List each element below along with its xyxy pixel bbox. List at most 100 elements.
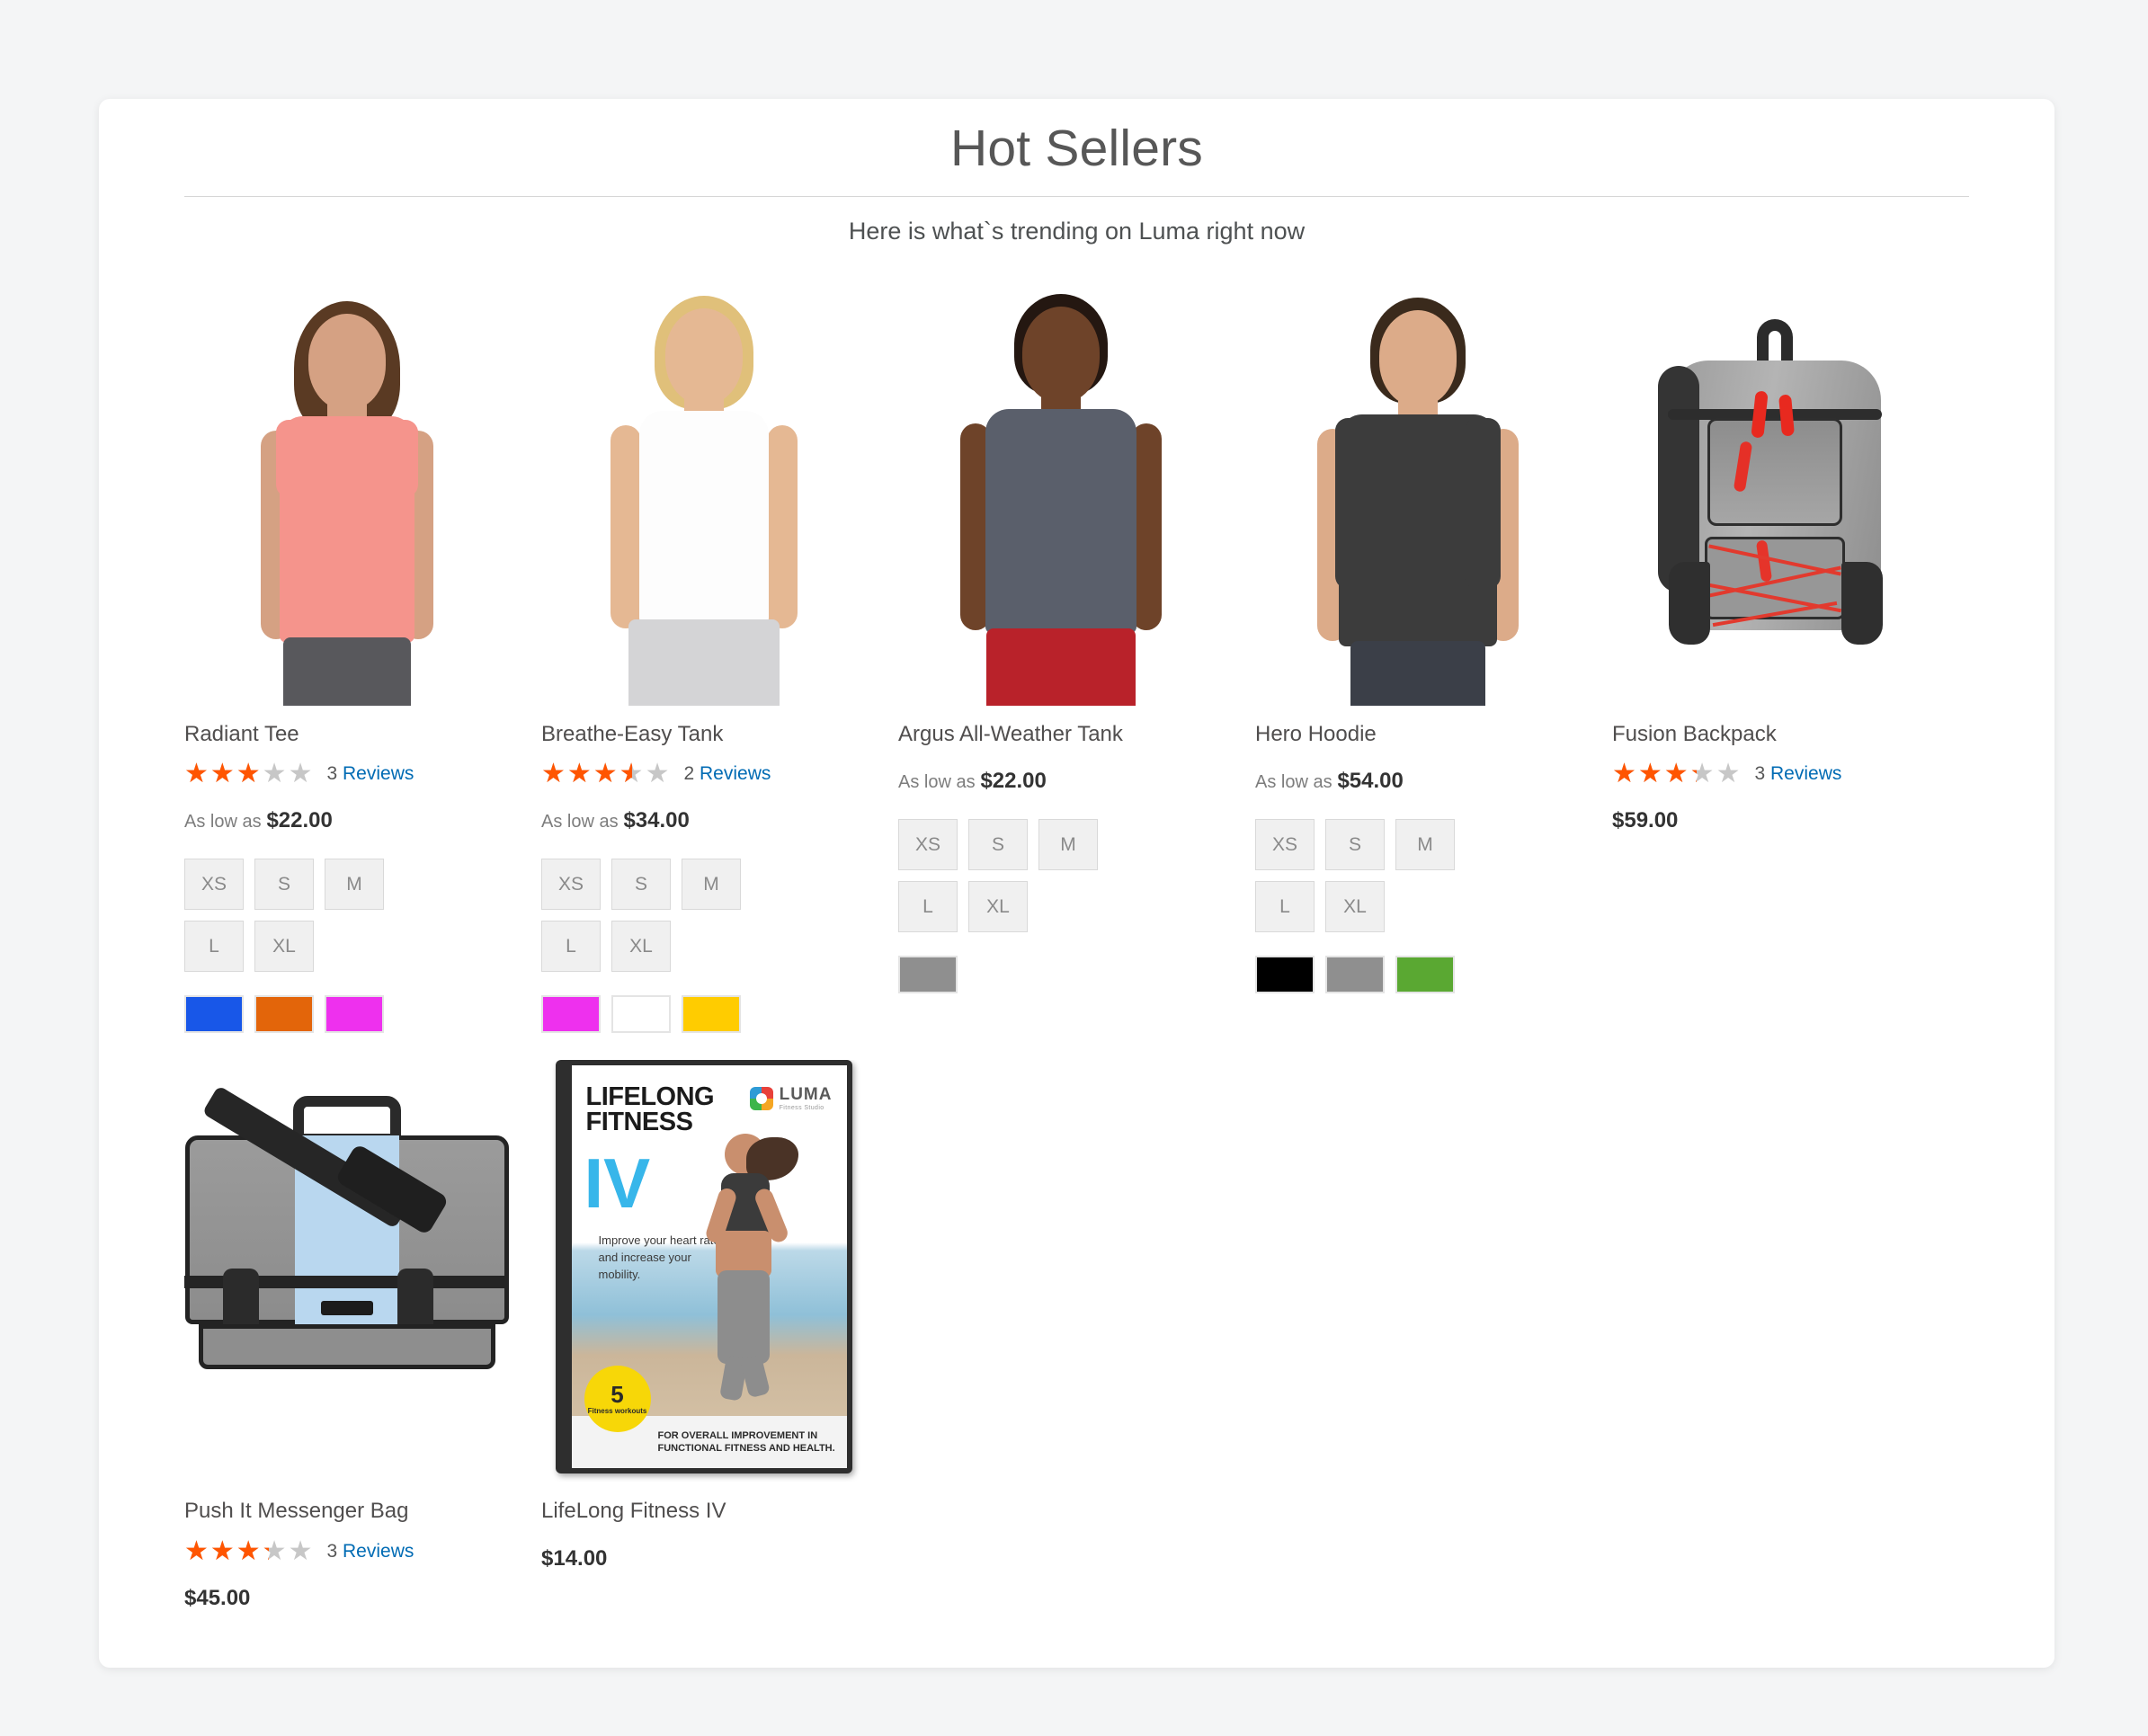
review-count[interactable]: 3 Reviews [326,1541,414,1562]
product-photo[interactable] [184,1060,509,1482]
size-swatch-l[interactable]: L [184,921,244,973]
size-swatch-xl[interactable]: XL [1325,881,1385,933]
color-swatch[interactable] [184,995,244,1034]
product-name[interactable]: Argus All-Weather Tank [898,720,1223,748]
size-swatch-list: XS S M L XL [1255,819,1516,943]
products-grid: Radiant Tee ★★★★★ ★★★★★ 3 Reviews As low… [99,245,2054,1630]
review-count[interactable]: 3 Reviews [326,763,414,785]
product-image-art [1255,283,1580,706]
size-swatch-xl[interactable]: XL [254,921,314,973]
review-count-label[interactable]: Reviews [343,1541,414,1562]
review-count-label[interactable]: Reviews [1770,763,1841,784]
color-swatch[interactable] [254,995,314,1034]
product-item: LIFELONG FITNESS IV Improve your heart r… [541,1060,898,1613]
size-swatch-s[interactable]: S [1325,819,1385,871]
product-image-lifelong-fitness-iv-dvd[interactable]: LIFELONG FITNESS IV Improve your heart r… [541,1060,866,1482]
review-count-number: 3 [326,762,338,784]
product-swatches: XS S M L XL [184,859,509,1044]
dvd-brand-name: LUMA [779,1085,833,1105]
size-swatch-xs[interactable]: XS [1255,819,1315,871]
review-count-label[interactable]: Reviews [343,763,414,784]
rating-stars[interactable]: ★★★★★ ★★★★★ [1612,760,1742,788]
product-price: $59.00 [1612,806,1937,836]
product-image-breathe-easy-tank-model[interactable] [541,283,866,706]
rating-stars-filled: ★★★★★ [184,1537,269,1565]
review-count[interactable]: 3 Reviews [1754,763,1841,785]
size-swatch-list: XS S M L XL [184,859,445,983]
widget-header: Hot Sellers Here is what`s trending on L… [99,99,2054,245]
rating-stars-filled: ★★★★★ [184,760,263,788]
product-image-hero-hoodie-model[interactable] [1255,283,1580,706]
rating-stars[interactable]: ★★★★★ ★★★★★ [184,760,314,788]
size-swatch-xs[interactable]: XS [898,819,958,871]
product-image-art [184,283,509,706]
color-swatch[interactable] [682,995,741,1034]
size-swatch-s[interactable]: S [611,859,671,911]
product-item: Hero Hoodie As low as $54.00 XS S M L XL [1255,283,1612,1045]
review-count[interactable]: 2 Reviews [683,763,771,785]
color-swatch[interactable] [898,956,958,994]
product-image-fusion-backpack[interactable] [1612,283,1937,706]
product-photo[interactable] [1612,283,1937,706]
color-swatch[interactable] [541,995,601,1034]
product-photo[interactable]: LIFELONG FITNESS IV Improve your heart r… [541,1060,866,1482]
badge-text: Fitness workouts [587,1407,647,1416]
size-swatch-s[interactable]: S [254,859,314,911]
product-rating[interactable]: ★★★★★ ★★★★★ 3 Reviews [1612,760,1937,788]
product-image-radiant-tee-model[interactable] [184,283,509,706]
page-subtitle: Here is what`s trending on Luma right no… [848,217,1306,245]
price-value: $34.00 [623,807,690,832]
size-swatch-xs[interactable]: XS [541,859,601,911]
product-name[interactable]: Fusion Backpack [1612,720,1937,748]
product-image-push-it-messenger-bag[interactable] [184,1060,509,1482]
product-photo[interactable] [898,283,1223,706]
color-swatch[interactable] [1325,956,1385,994]
price-value: $59.00 [1612,807,1679,832]
product-name[interactable]: Hero Hoodie [1255,720,1580,748]
price-prefix-label: As low as [541,811,619,832]
size-swatch-m[interactable]: M [1395,819,1455,871]
product-name[interactable]: LifeLong Fitness IV [541,1497,866,1525]
rating-stars[interactable]: ★★★★★ ★★★★★ [541,760,671,788]
size-swatch-s[interactable]: S [968,819,1028,871]
color-swatch[interactable] [1255,956,1315,994]
product-item: Argus All-Weather Tank As low as $22.00 XS… [898,283,1255,1045]
price-value: $22.00 [266,807,333,832]
product-name[interactable]: Breathe-Easy Tank [541,720,866,748]
color-swatch[interactable] [611,995,671,1034]
color-swatch[interactable] [325,995,384,1034]
size-swatch-xs[interactable]: XS [184,859,244,911]
dvd-brand: LUMA Fitness Studio [749,1085,833,1111]
color-swatch-list [184,995,509,1044]
size-swatch-l[interactable]: L [898,881,958,933]
review-count-label[interactable]: Reviews [700,763,771,784]
product-photo[interactable] [1255,283,1580,706]
size-swatch-xl[interactable]: XL [611,921,671,973]
product-price: As low as $34.00 [541,806,866,836]
review-count-number: 2 [683,762,695,784]
hot-sellers-card: Hot Sellers Here is what`s trending on L… [99,99,2054,1668]
product-price: $45.00 [184,1583,509,1614]
product-name[interactable]: Radiant Tee [184,720,509,748]
product-image-argus-tank-model[interactable] [898,283,1223,706]
size-swatch-l[interactable]: L [541,921,601,973]
size-swatch-xl[interactable]: XL [968,881,1028,933]
product-rating[interactable]: ★★★★★ ★★★★★ 3 Reviews [184,760,509,788]
size-swatch-m[interactable]: M [1038,819,1098,871]
product-price: $14.00 [541,1544,866,1574]
product-photo[interactable] [184,283,509,706]
size-swatch-m[interactable]: M [682,859,741,911]
rating-stars[interactable]: ★★★★★ ★★★★★ [184,1537,314,1565]
color-swatch-list [898,956,1223,1004]
product-rating[interactable]: ★★★★★ ★★★★★ 2 Reviews [541,760,866,788]
product-rating[interactable]: ★★★★★ ★★★★★ 3 Reviews [184,1537,509,1565]
size-swatch-l[interactable]: L [1255,881,1315,933]
product-item: Radiant Tee ★★★★★ ★★★★★ 3 Reviews As low… [184,283,541,1045]
product-name[interactable]: Push It Messenger Bag [184,1497,509,1525]
product-photo[interactable] [541,283,866,706]
color-swatch[interactable] [1395,956,1455,994]
product-swatches: XS S M L XL [1255,819,1580,1004]
size-swatch-m[interactable]: M [325,859,384,911]
badge-number: 5 [611,1381,624,1409]
luma-logo-icon [749,1086,773,1110]
